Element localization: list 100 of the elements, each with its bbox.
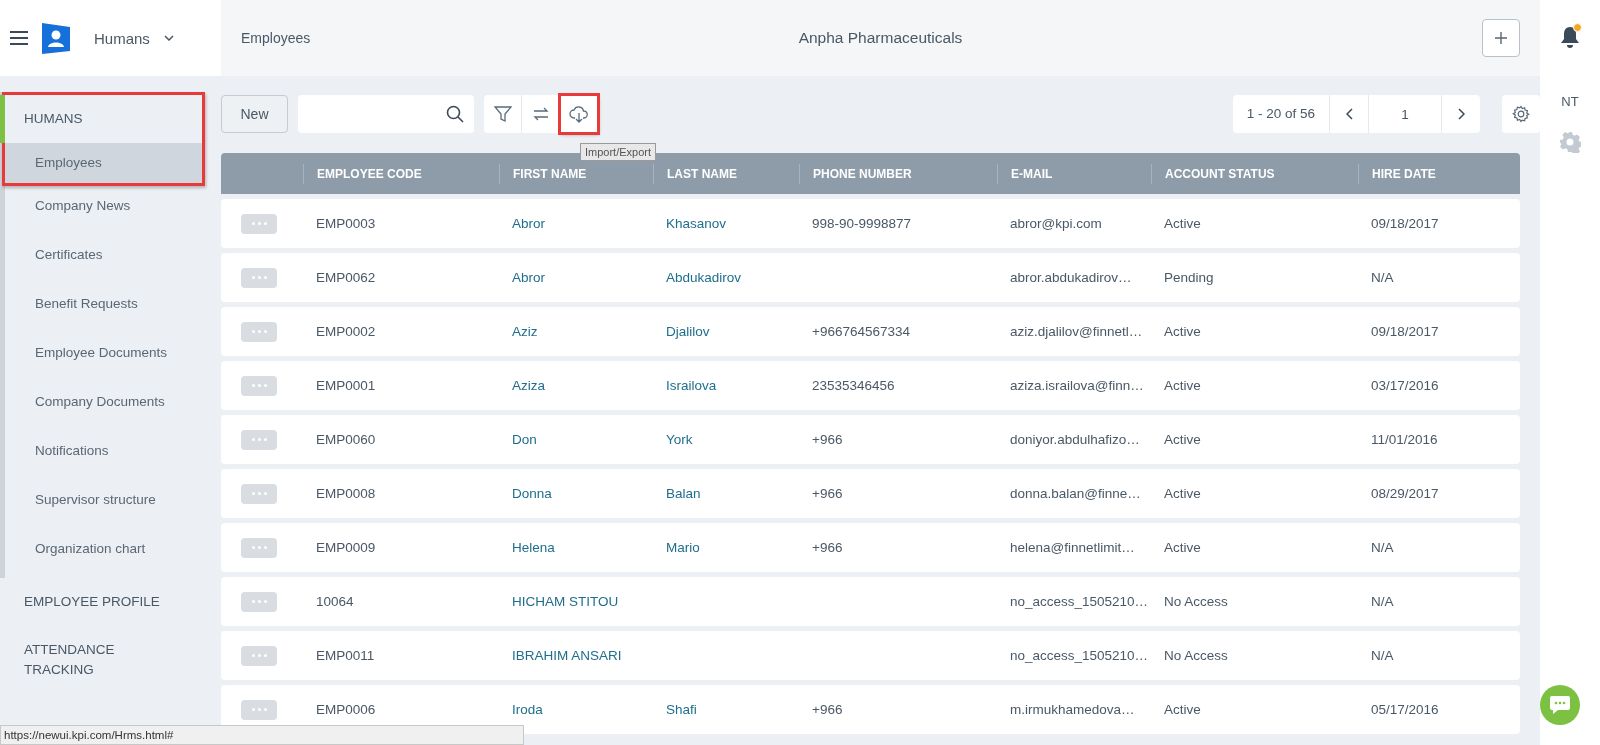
- table-cell: +966: [812, 486, 843, 501]
- sidebar-item[interactable]: Certificates: [5, 235, 205, 284]
- table-cell: 998-90-9998877: [812, 216, 912, 231]
- sidebar-item[interactable]: Company Documents: [5, 382, 205, 431]
- name-link[interactable]: Aziza: [512, 378, 545, 393]
- plus-icon: [1495, 32, 1507, 44]
- name-link[interactable]: Iroda: [512, 702, 543, 717]
- chevron-left-icon: [1345, 108, 1353, 120]
- tooltip: Import/Export: [580, 143, 657, 161]
- row-actions-button[interactable]: [241, 321, 277, 342]
- gear-icon[interactable]: [1559, 131, 1581, 153]
- breadcrumb: Employees: [241, 30, 311, 46]
- name-link[interactable]: Aziz: [512, 324, 538, 339]
- table-cell: donna.balan@finne…: [1010, 486, 1141, 501]
- app-logo-icon: [40, 20, 72, 56]
- sidebar-item[interactable]: Employee Documents: [5, 333, 205, 382]
- sidebar-item[interactable]: Notifications: [5, 431, 205, 480]
- table-cell: Active: [1164, 378, 1201, 393]
- settings-button[interactable]: [1502, 95, 1540, 133]
- name-link[interactable]: Balan: [666, 486, 701, 501]
- status-bar-url: https://newui.kpi.com/Hrms.html#: [0, 725, 524, 745]
- name-link[interactable]: IBRAHIM ANSARI: [512, 648, 622, 663]
- sidebar-item[interactable]: Organization chart: [5, 529, 205, 578]
- name-link[interactable]: Abror: [512, 270, 545, 285]
- table-cell: +966: [812, 702, 843, 717]
- table-cell: doniyor.abdulhafizo…: [1010, 432, 1140, 447]
- table-cell: EMP0011: [316, 648, 375, 663]
- cloud-download-icon: [568, 105, 589, 123]
- page-number-field[interactable]: 1: [1368, 95, 1442, 133]
- table-cell: Active: [1164, 540, 1201, 555]
- filter-icon: [493, 105, 512, 123]
- add-button[interactable]: [1482, 19, 1520, 57]
- row-actions-button[interactable]: [241, 483, 277, 504]
- table-cell: +966: [812, 540, 843, 555]
- row-actions-button[interactable]: [241, 699, 277, 720]
- name-link[interactable]: Mario: [666, 540, 700, 555]
- row-actions-button[interactable]: [241, 429, 277, 450]
- swap-arrows-icon: [531, 105, 550, 123]
- page-range: 1 - 20 of 56: [1232, 95, 1330, 133]
- search-field[interactable]: [298, 95, 474, 133]
- table-cell: 05/17/2016: [1371, 702, 1439, 717]
- table-cell: EMP0001: [316, 378, 376, 393]
- name-link[interactable]: Khasanov: [666, 216, 727, 231]
- table-cell: EMP0002: [316, 324, 376, 339]
- name-link[interactable]: Abdukadirov: [666, 270, 742, 285]
- table-cell: N/A: [1371, 648, 1394, 663]
- row-actions-button[interactable]: [241, 375, 277, 396]
- table-cell: 03/17/2016: [1371, 378, 1439, 393]
- sidebar-item[interactable]: Supervisor structure: [5, 480, 205, 529]
- table-cell: aziza.israilova@finn…: [1010, 378, 1144, 393]
- row-actions-button[interactable]: [241, 645, 277, 666]
- sidebar-section[interactable]: EMPLOYEE PROFILE: [5, 578, 174, 626]
- name-link[interactable]: HICHAM STITOU: [512, 594, 619, 609]
- row-actions-button[interactable]: [241, 213, 277, 234]
- table-cell: No Access: [1164, 648, 1228, 663]
- name-link[interactable]: Helena: [512, 540, 555, 555]
- table-cell: 08/29/2017: [1371, 486, 1439, 501]
- company-name: Anpha Pharmaceuticals: [798, 29, 963, 47]
- module-dropdown[interactable]: Humans: [94, 29, 174, 47]
- table-cell: 11/01/2016: [1371, 432, 1438, 447]
- table-cell: EMP0060: [316, 432, 376, 447]
- table-cell: N/A: [1371, 540, 1394, 555]
- chevron-right-icon: [1457, 108, 1465, 120]
- row-actions-button[interactable]: [241, 591, 277, 612]
- table-cell: Pending: [1164, 270, 1214, 285]
- table-cell: helena@finnetlimit…: [1010, 540, 1135, 555]
- table-cell: m.irmukhamedova…: [1010, 702, 1135, 717]
- table-cell: Active: [1164, 702, 1201, 717]
- table-cell: no_access_1505210…: [1010, 594, 1149, 609]
- sidebar-item[interactable]: Company News: [5, 186, 205, 235]
- table-cell: abror.abdukadirov…: [1010, 270, 1132, 285]
- table-cell: 23535346456: [812, 378, 895, 393]
- name-link[interactable]: Israilova: [666, 378, 717, 393]
- name-link[interactable]: Donna: [512, 486, 552, 501]
- user-initials[interactable]: NT: [1561, 94, 1579, 109]
- table-cell: EMP0003: [316, 216, 376, 231]
- table-cell: Active: [1164, 486, 1201, 501]
- settings-icon: [1512, 105, 1530, 123]
- name-link[interactable]: York: [666, 432, 693, 447]
- name-link[interactable]: Don: [512, 432, 537, 447]
- table-cell: No Access: [1164, 594, 1228, 609]
- name-link[interactable]: Shafi: [666, 702, 697, 717]
- chat-bubble-icon: [1549, 695, 1571, 715]
- table-cell: +966764567334: [812, 324, 910, 339]
- menu-icon[interactable]: [10, 30, 28, 46]
- sidebar-section[interactable]: ATTENDANCE TRACKING: [5, 626, 174, 694]
- name-link[interactable]: Abror: [512, 216, 545, 231]
- bell-icon[interactable]: [1560, 26, 1580, 48]
- new-button[interactable]: New: [221, 95, 288, 133]
- table-cell: EMP0008: [316, 486, 376, 501]
- table-cell: 09/18/2017: [1371, 324, 1439, 339]
- table-cell: +966: [812, 432, 843, 447]
- table-cell: Active: [1164, 324, 1201, 339]
- row-actions-button[interactable]: [241, 537, 277, 558]
- row-actions-button[interactable]: [241, 267, 277, 288]
- name-link[interactable]: Djalilov: [666, 324, 710, 339]
- table-cell: abror@kpi.com: [1010, 216, 1102, 231]
- sidebar-item[interactable]: Employees: [5, 143, 202, 183]
- sidebar-item[interactable]: Benefit Requests: [5, 284, 205, 333]
- table-cell: N/A: [1371, 270, 1394, 285]
